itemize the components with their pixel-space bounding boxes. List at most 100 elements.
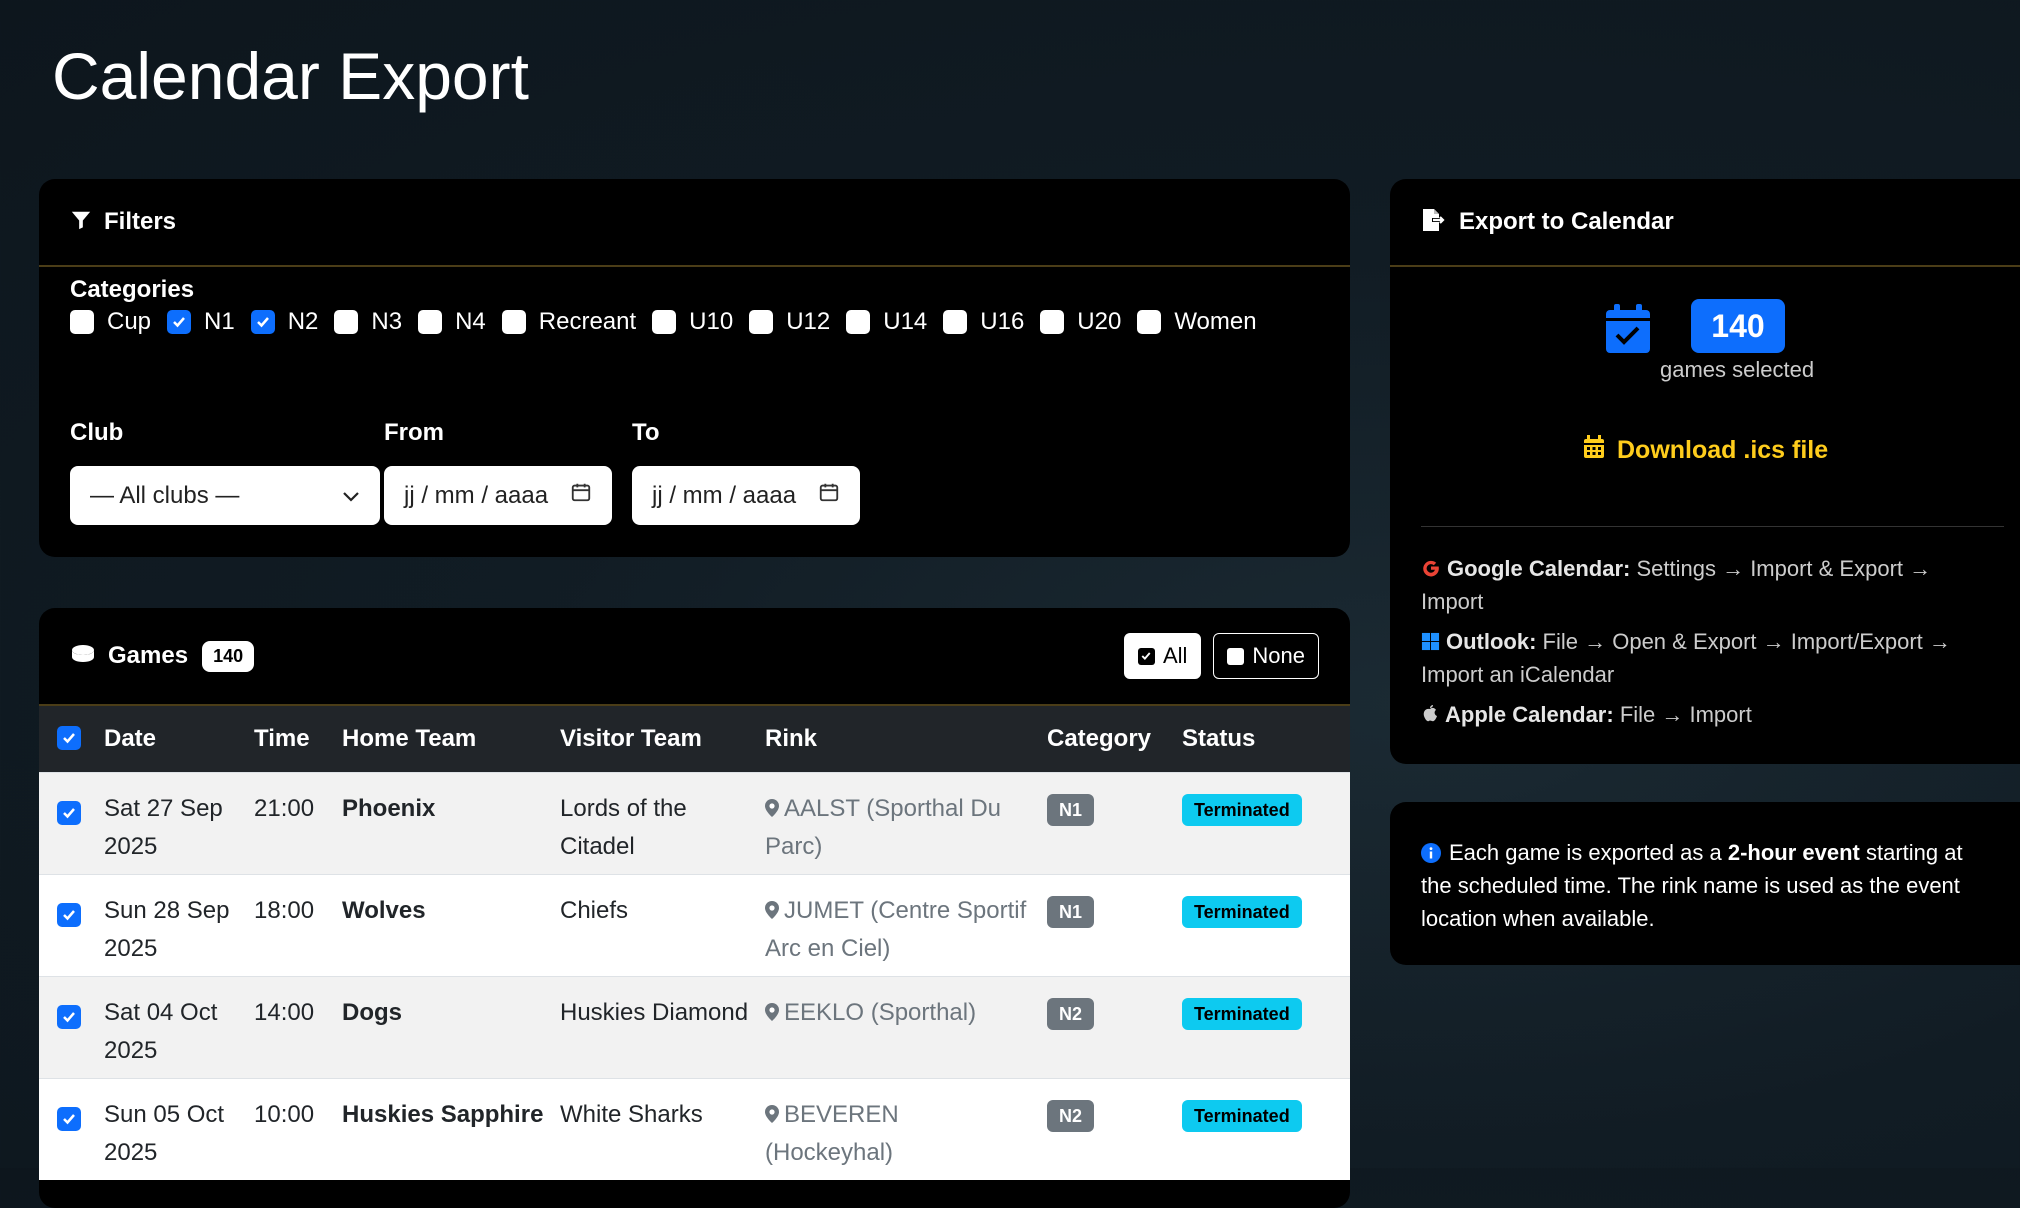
row-checkbox[interactable] [39,1077,96,1180]
export-card: Export to Calendar 140 games selected Do… [1390,179,2020,764]
games-header: Games 140 All None [39,608,1350,706]
rink-name: EEKLO (Sporthal) [784,998,977,1026]
from-date-placeholder: jj / mm / aaaa [404,481,549,509]
category-checkboxes: Cup N1 N2 N3 N4 Recreant U10 U12 U14 U16 U20 Women [70,308,1273,336]
cell-rink: BEVEREN (Hockeyhal) [757,1077,1039,1180]
category-checkbox[interactable]: N1 [167,308,235,336]
calendar-icon [1583,435,1605,466]
cell-rink: JUMET (Centre Sportif Arc en Ciel) [757,873,1039,976]
cell-visitor-team: Chiefs [552,873,757,976]
cell-category: N1 [1039,771,1174,874]
cell-visitor-team: Huskies Diamond [552,975,757,1078]
column-header[interactable]: Status [1174,706,1350,772]
checkbox-checked-icon [57,725,81,750]
club-label: Club [70,419,124,446]
calendar-check-icon [1604,303,1652,360]
category-checkbox[interactable]: U14 [846,308,927,336]
select-none-label: None [1252,643,1305,668]
select-all-button[interactable]: All [1123,633,1202,679]
cell-category: N1 [1039,873,1174,976]
select-all-label: All [1162,643,1188,668]
status-badge: Terminated [1182,895,1302,928]
checkbox-empty-icon [334,310,359,334]
apple-title: Apple Calendar: [1445,702,1614,727]
club-select[interactable]: — All clubs — [70,466,380,525]
filters-card: Filters Categories Cup N1 N2 N3 N4 Recreant U1… [39,179,1350,557]
category-label: U10 [689,308,734,335]
category-checkbox[interactable]: N3 [334,308,402,336]
checkbox-checked-icon [167,310,192,334]
checkbox-checked-icon [57,902,81,927]
status-badge: Terminated [1182,1099,1302,1132]
row-checkbox[interactable] [39,975,96,1078]
category-label: N4 [455,308,486,335]
table-row[interactable]: Sat 04 Oct 2025 14:00 Dogs Huskies Diamond E… [39,975,1350,1078]
checkbox-empty-icon [70,310,94,334]
column-header[interactable]: Visitor Team [552,706,757,772]
column-header[interactable]: Date [96,706,246,772]
from-label: From [384,419,444,446]
download-ics-button[interactable]: Download .ics file [1583,435,1828,466]
category-checkbox[interactable]: U10 [652,308,733,336]
page-title: Calendar Export [52,39,529,113]
cell-rink: AALST (Sporthal Du Parc) [757,771,1039,874]
cell-category: N2 [1039,1077,1174,1180]
category-checkbox[interactable]: U16 [943,308,1024,336]
category-checkbox[interactable]: U20 [1040,308,1121,336]
category-label: N1 [204,308,235,335]
map-pin-icon [765,897,784,924]
table-row[interactable]: Sun 05 Oct 2025 10:00 Huskies Sapphire Whit… [39,1077,1350,1180]
cell-time: 18:00 [246,873,334,976]
chevron-down-icon [342,482,360,510]
cell-date: Sun 28 Sep 2025 [96,873,246,976]
rink-name: BEVEREN (Hockeyhal) [765,1100,899,1166]
cell-visitor-team: Lords of the Citadel [552,771,757,874]
download-label: Download .ics file [1617,436,1829,464]
info-text-before: Each game is exported as a [1449,840,1728,865]
row-checkbox[interactable] [39,771,96,874]
info-icon [1421,840,1449,865]
category-label: N2 [287,308,319,335]
select-all-checkbox[interactable] [39,706,96,772]
category-badge: N1 [1047,793,1095,826]
category-checkbox[interactable]: Cup [70,308,151,336]
column-header[interactable]: Time [246,706,334,772]
category-checkbox[interactable]: N2 [250,308,319,336]
column-header[interactable]: Home Team [334,706,552,772]
google-icon [1421,556,1447,581]
row-checkbox[interactable] [39,873,96,976]
category-label: Cup [107,308,152,335]
category-checkbox[interactable]: U12 [749,308,830,336]
column-header[interactable]: Category [1039,706,1174,772]
calendar-icon[interactable] [570,481,592,510]
column-header[interactable]: Rink [757,706,1039,772]
category-badge: N1 [1047,895,1095,928]
selected-count-badge: 140 [1691,299,1785,353]
table-row[interactable]: Sat 27 Sep 2025 21:00 Phoenix Lords of the … [39,771,1350,874]
category-label: U14 [883,308,928,335]
from-date-input[interactable]: jj / mm / aaaa [384,466,612,525]
divider [1421,526,2004,527]
category-checkbox[interactable]: N4 [418,308,486,336]
cell-status: Terminated [1174,771,1350,874]
games-count-badge: 140 [202,640,255,672]
map-pin-icon [765,1101,784,1128]
checkbox-empty-icon [418,310,443,334]
checkbox-checked-icon [57,1106,81,1131]
windows-icon [1421,629,1446,654]
checkbox-empty-icon [1227,647,1245,665]
category-checkbox[interactable]: Recreant [501,308,636,336]
cell-time: 10:00 [246,1077,334,1180]
category-checkbox[interactable]: Women [1137,308,1257,336]
cell-home-team: Wolves [334,873,552,976]
filters-title: Filters [104,208,177,235]
checkbox-empty-icon [846,310,871,334]
cell-home-team: Phoenix [334,771,552,874]
filters-header: Filters [39,179,1350,267]
select-none-button[interactable]: None [1213,633,1319,679]
table-row[interactable]: Sun 28 Sep 2025 18:00 Wolves Chiefs JUMET (C… [39,873,1350,976]
cell-home-team: Dogs [334,975,552,1078]
to-date-input[interactable]: jj / mm / aaaa [632,466,860,525]
cell-date: Sat 04 Oct 2025 [96,975,246,1078]
calendar-icon[interactable] [818,481,840,510]
